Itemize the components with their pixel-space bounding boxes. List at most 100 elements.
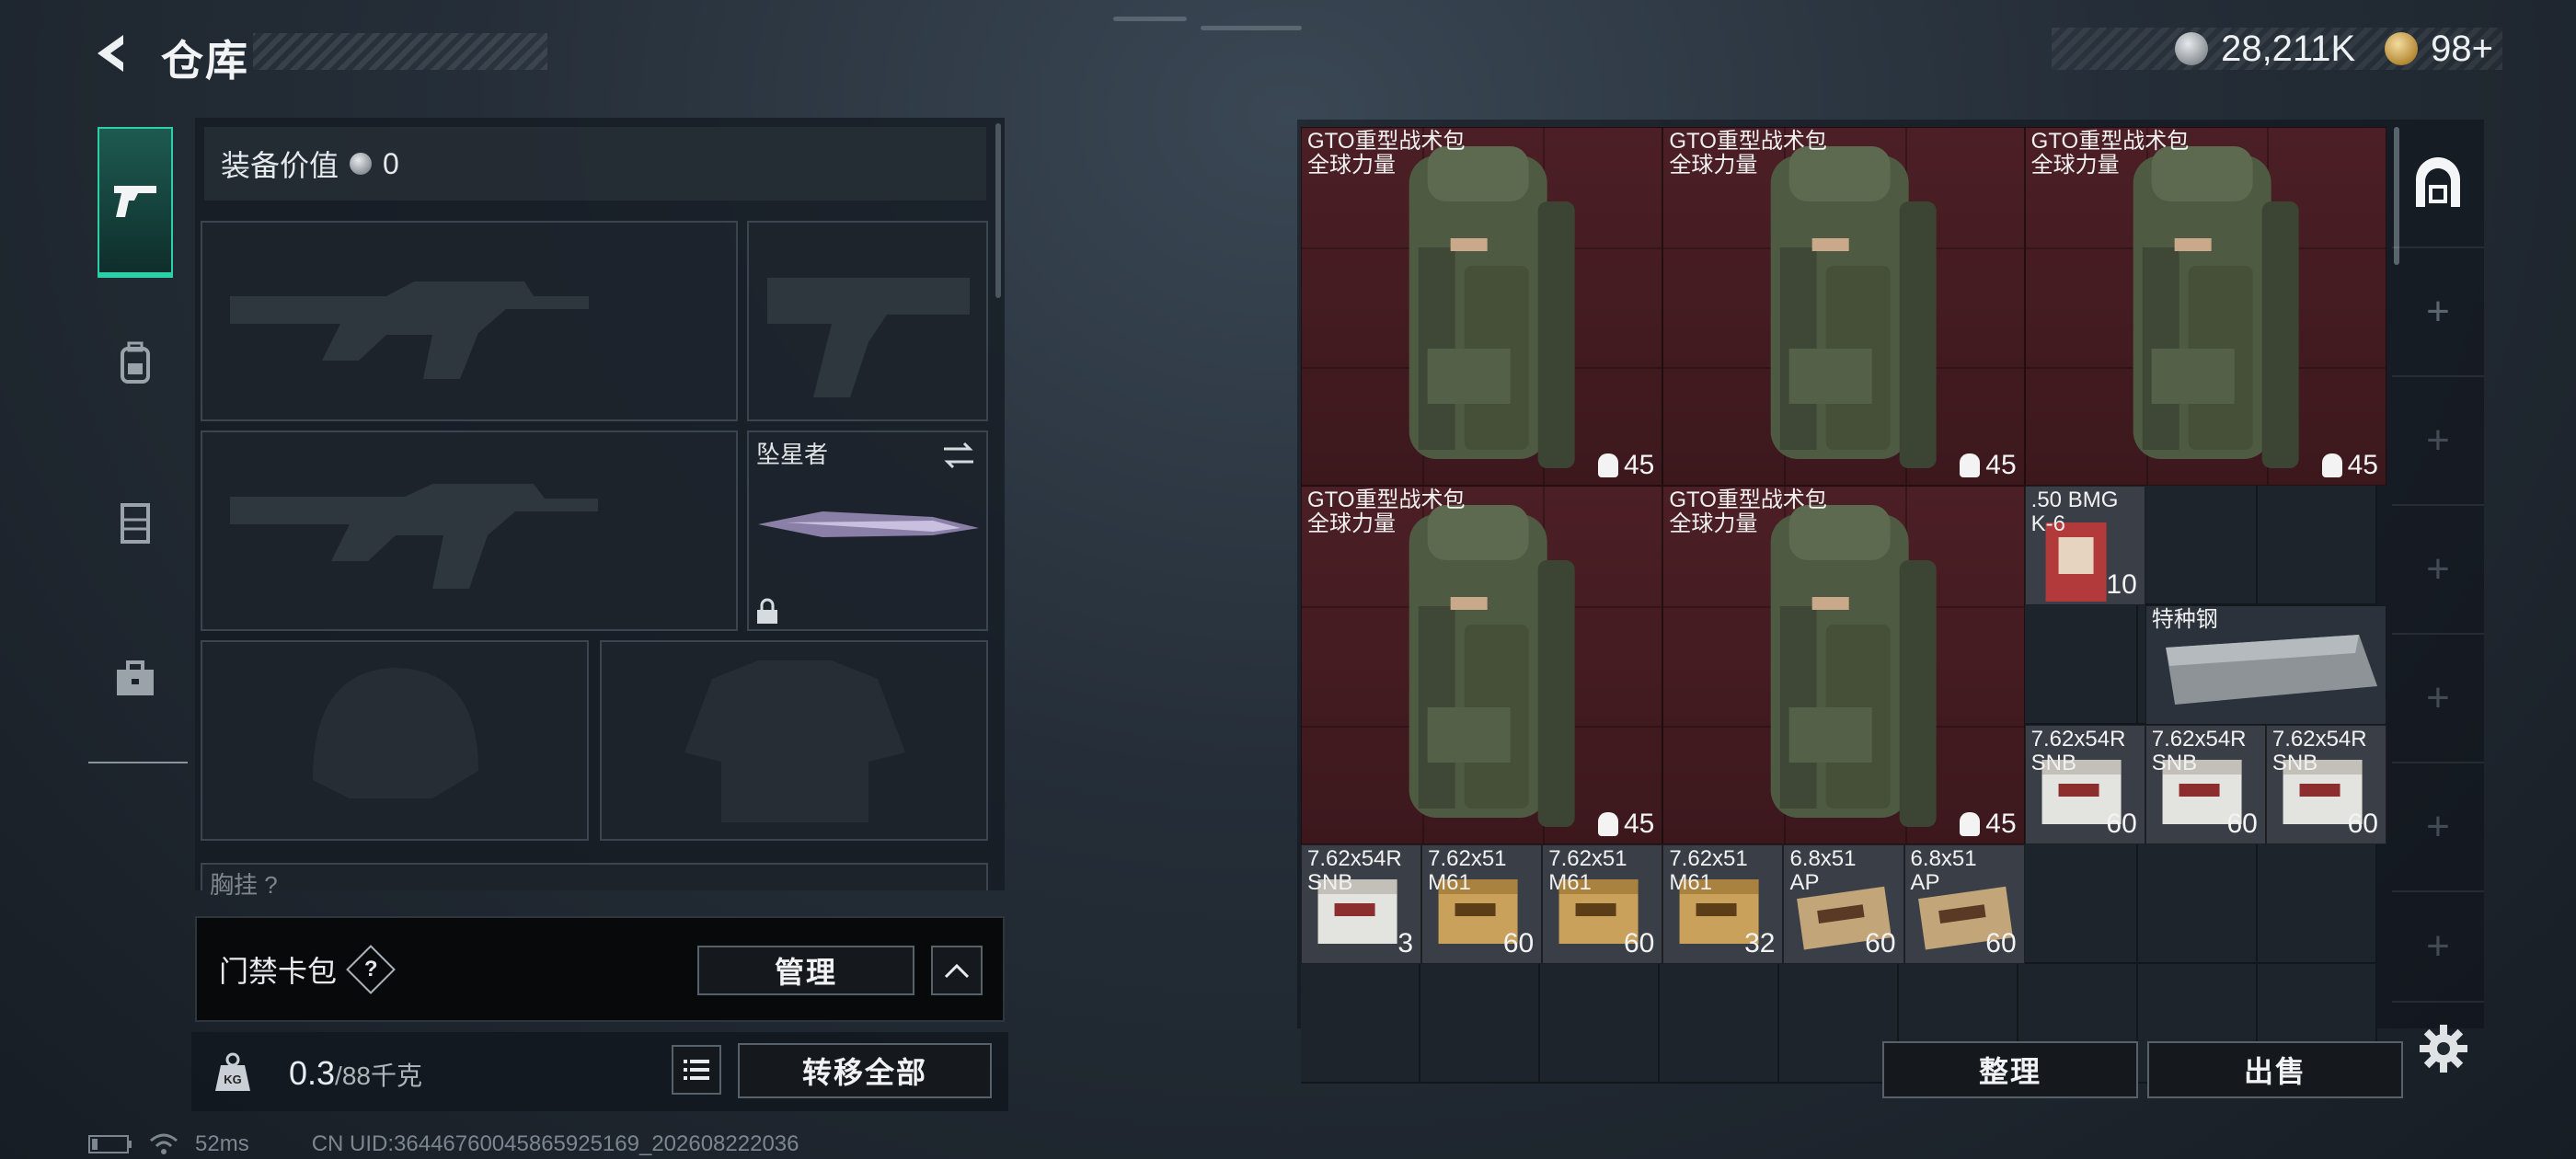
melee-slot[interactable]: 坠星者 [747, 430, 988, 631]
tab-cases[interactable] [98, 605, 173, 752]
body-armor-slot[interactable] [600, 640, 988, 841]
secondary-weapon-slot[interactable] [747, 221, 988, 421]
tab-vests[interactable] [98, 449, 173, 596]
sell-button[interactable]: 出售 [2147, 1041, 2403, 1098]
sort-button[interactable]: 整理 [1882, 1041, 2138, 1098]
item-name: 6.8x51 AP [1789, 846, 1857, 895]
item-name: 7.62x51 M61 [1669, 846, 1748, 895]
add-page-button[interactable]: + [2392, 892, 2484, 1003]
secondary-rifle-slot[interactable] [201, 430, 738, 631]
uid-text: CN UID:3644676004586592516​9_20260822203… [311, 1131, 799, 1156]
item-quantity: 45 [1597, 450, 1654, 481]
add-page-button[interactable]: + [2392, 377, 2484, 506]
storage-item[interactable]: 6.8x51 AP 60 [1783, 844, 1904, 964]
backpack-icon [1409, 146, 1575, 468]
empty-cell[interactable] [1301, 964, 1420, 1084]
list-view-button[interactable] [672, 1045, 721, 1095]
empty-cell[interactable] [1420, 964, 1540, 1084]
chest-rig-slot[interactable]: 胸挂 ? [201, 863, 988, 899]
gear-icon [2420, 1025, 2467, 1073]
add-page-button[interactable]: + [2392, 506, 2484, 635]
item-name: GTO重型战术包 全球力量 [2030, 129, 2190, 178]
storage-item[interactable]: GTO重型战术包 全球力量 45 [1662, 127, 2025, 486]
item-name: 7.62x51 M61 [1428, 846, 1507, 895]
storage-item[interactable]: 7.62x51 M61 60 [1542, 844, 1663, 964]
gold-coin-icon [2385, 32, 2419, 65]
help-icon[interactable]: ? [346, 944, 396, 994]
storage-item[interactable]: 6.8x51 AP 60 [1903, 844, 2025, 964]
empty-cell[interactable] [2138, 486, 2258, 605]
silver-coin-icon [2175, 32, 2209, 65]
manage-button[interactable]: 管理 [697, 946, 914, 995]
equipment-panel: 装备价值 0 坠星者 胸挂 ? [195, 118, 1005, 899]
item-quantity: 32 [1744, 928, 1776, 958]
item-quantity: 45 [2321, 450, 2378, 481]
svg-text:KG: KG [224, 1073, 242, 1086]
add-page-button[interactable]: + [2392, 763, 2484, 892]
collapse-button[interactable] [931, 946, 983, 995]
capacity-icon [1597, 453, 1618, 477]
tab-backpacks[interactable] [98, 289, 173, 436]
primary-weapon-slot[interactable] [201, 221, 738, 421]
item-name: 6.8x51 AP [1910, 846, 1977, 895]
empty-cell[interactable] [2138, 844, 2258, 964]
tab-weapons[interactable] [98, 127, 173, 278]
equipment-value-label: 装备价值 [221, 149, 339, 182]
storage-item[interactable]: GTO重型战术包 全球力量 45 [1662, 486, 2025, 844]
empty-cell[interactable] [2258, 844, 2377, 964]
storage-item[interactable]: GTO重型战术包 全球力量 45 [2024, 127, 2386, 486]
item-quantity: 60 [1865, 928, 1896, 958]
equipment-scrollbar[interactable] [995, 123, 1001, 298]
transfer-all-button[interactable]: 转移全部 [738, 1043, 992, 1098]
storage-item[interactable]: 7.62x51 M61 60 [1421, 844, 1543, 964]
armor-placeholder-icon [684, 660, 905, 822]
empty-cell[interactable] [2018, 605, 2138, 725]
pistol-icon [114, 186, 156, 217]
capacity-icon [1597, 812, 1618, 836]
empty-cell[interactable] [1779, 964, 1899, 1084]
storage-item[interactable]: 7.62x54R SNB 60 [2024, 725, 2145, 844]
warehouse-icon [2416, 157, 2460, 207]
warehouse-page-button[interactable] [2392, 120, 2484, 248]
currency-bar: 28,211K 98+ [2052, 28, 2502, 70]
storage-panel: GTO重型战术包 全球力量 45 GTO重型战术包 全球力量 45 GTO重型战术包… [1297, 120, 2484, 1098]
storage-item[interactable]: GTO重型战术包 全球力量 45 [1301, 486, 1663, 844]
empty-cell[interactable] [1540, 964, 1660, 1084]
item-name: 7.62x51 M61 [1548, 846, 1627, 895]
settings-button[interactable] [2418, 1023, 2473, 1078]
back-button[interactable] [85, 29, 140, 77]
storage-item[interactable]: 7.62x51 M61 32 [1662, 844, 1784, 964]
item-name: GTO重型战术包 全球力量 [1669, 129, 1827, 178]
item-name: 7.62x54R SNB [1307, 846, 1402, 895]
item-quantity: 45 [1960, 450, 2017, 481]
status-line: 52ms CN UID:3644676004586592516​9_202608… [88, 1131, 799, 1157]
plus-icon: + [2426, 546, 2450, 591]
empty-cell[interactable] [1660, 964, 1779, 1084]
add-page-button[interactable]: + [2392, 248, 2484, 377]
backpack-icon [2133, 146, 2299, 468]
storage-item[interactable]: .50 BMG K-6 10 [2024, 486, 2145, 605]
storage-item[interactable]: GTO重型战术包 全球力量 45 [1301, 127, 1663, 486]
weight-value: 0.3/88千克 [289, 1054, 422, 1092]
add-page-button[interactable]: + [2392, 635, 2484, 763]
item-quantity: 45 [1597, 809, 1654, 840]
storage-item[interactable]: 7.62x54R SNB 60 [2145, 725, 2266, 844]
gold-currency-value: 98+ [2431, 28, 2493, 69]
item-quantity: 10 [2106, 569, 2137, 600]
storage-item[interactable]: 7.62x54R SNB 3 [1301, 844, 1422, 964]
equipment-value: 0 [383, 146, 399, 180]
battery-icon [88, 1135, 132, 1153]
item-name: GTO重型战术包 全球力量 [1669, 488, 1827, 536]
swap-icon[interactable] [940, 440, 977, 471]
empty-cell[interactable] [2018, 844, 2138, 964]
storage-item[interactable]: 7.62x54R SNB 60 [2265, 725, 2386, 844]
silver-coin-icon [350, 153, 373, 175]
empty-cell[interactable] [2258, 486, 2377, 605]
item-quantity: 60 [1985, 928, 2017, 958]
helmet-placeholder-icon [313, 668, 478, 798]
storage-item[interactable]: 特种钢 [2145, 605, 2386, 725]
item-name: 7.62x54R SNB [2030, 727, 2126, 775]
capacity-icon [1960, 453, 1981, 477]
item-quantity: 60 [2226, 809, 2258, 839]
helmet-slot[interactable] [201, 640, 589, 841]
